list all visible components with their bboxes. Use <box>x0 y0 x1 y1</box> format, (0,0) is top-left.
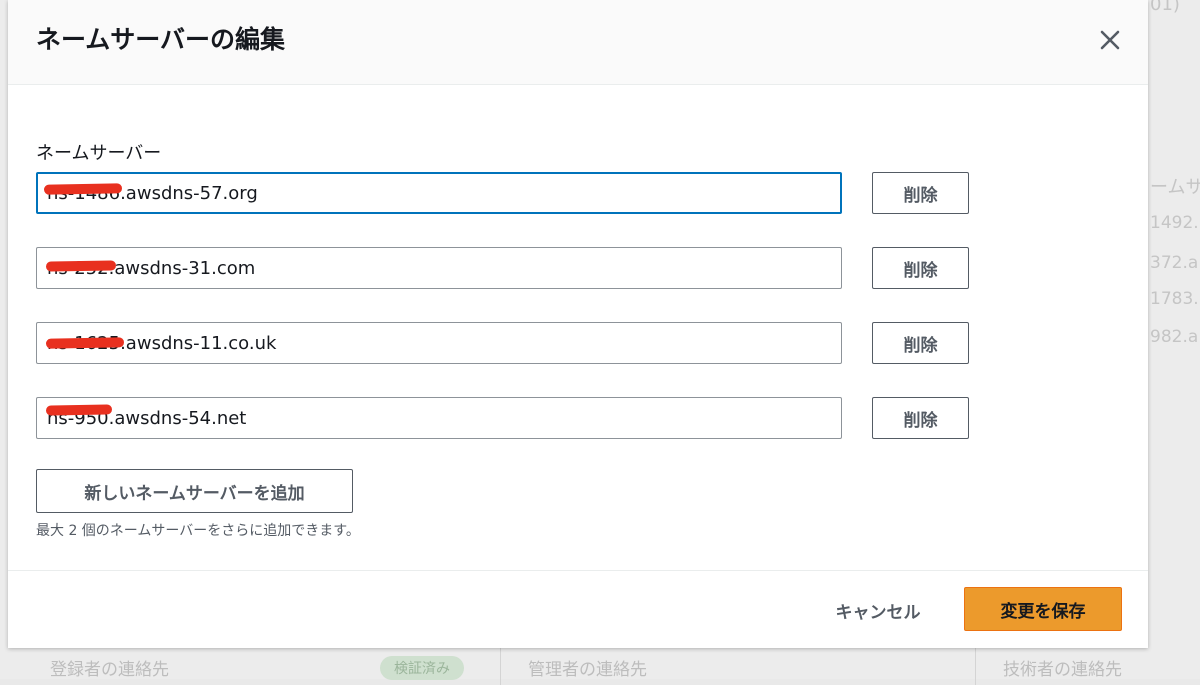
admin-contact-label: 管理者の連絡先 <box>528 660 647 680</box>
redaction-mark <box>45 404 113 416</box>
edit-nameservers-modal: ネームサーバーの編集 ネームサーバー 削除 削除 削除 削除 新しいネームサーバ… <box>8 0 1148 648</box>
verified-badge: 検証済み <box>380 656 464 680</box>
nameserver-input-2[interactable] <box>36 247 842 289</box>
modal-title: ネームサーバーの編集 <box>36 25 286 54</box>
nameserver-input-3[interactable] <box>36 322 842 364</box>
tech-contact-label: 技術者の連絡先 <box>1003 660 1122 680</box>
footer-divider <box>8 570 1148 571</box>
close-button[interactable] <box>1094 24 1126 56</box>
remove-button-3[interactable]: 削除 <box>872 322 969 364</box>
background-column-header: ームサ <box>1150 177 1200 198</box>
background-title: 01) <box>1150 0 1180 15</box>
background-row: 1492. <box>1150 213 1199 233</box>
background-divider <box>975 645 976 685</box>
modal-header: ネームサーバーの編集 <box>8 0 1148 85</box>
cancel-button[interactable]: キャンセル <box>816 588 940 632</box>
background-row: 982.a <box>1150 327 1199 347</box>
redaction-mark <box>43 183 123 195</box>
remove-button-4[interactable]: 削除 <box>872 397 969 439</box>
background-row: 372.a <box>1150 253 1199 273</box>
close-icon <box>1100 30 1120 50</box>
nameserver-input-1[interactable] <box>36 172 842 214</box>
save-changes-button[interactable]: 変更を保存 <box>964 587 1122 631</box>
remove-button-2[interactable]: 削除 <box>872 247 969 289</box>
add-nameserver-button[interactable]: 新しいネームサーバーを追加 <box>36 469 353 513</box>
background-divider <box>500 645 501 685</box>
background-row: 1783. <box>1150 289 1199 309</box>
nameserver-field-label: ネームサーバー <box>36 143 162 164</box>
nameserver-input-4[interactable] <box>36 397 842 439</box>
registrant-contact-label: 登録者の連絡先 <box>50 660 169 680</box>
redaction-mark <box>45 260 117 272</box>
redaction-mark <box>45 337 125 349</box>
nameserver-limit-hint: 最大 2 個のネームサーバーをさらに追加できます。 <box>36 523 360 539</box>
remove-button-1[interactable]: 削除 <box>872 172 969 214</box>
